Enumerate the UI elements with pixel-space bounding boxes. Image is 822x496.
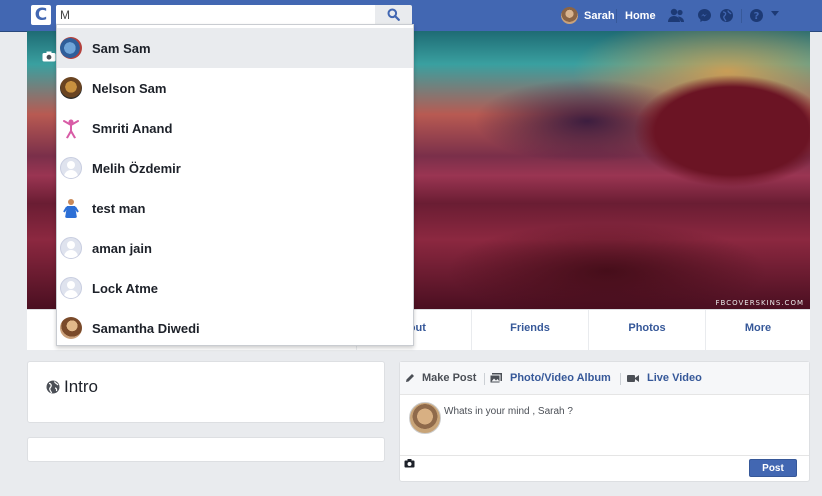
avatar xyxy=(60,197,82,219)
search-input[interactable] xyxy=(56,5,377,25)
site-logo[interactable]: C xyxy=(31,5,51,25)
avatar xyxy=(60,37,82,59)
search-result-item[interactable]: Melih Özdemir xyxy=(57,148,413,188)
photo-album-icon xyxy=(490,373,502,383)
avatar xyxy=(60,317,82,339)
globe-icon xyxy=(46,380,60,394)
composer-tabs: Make Post Photo/Video Album Live Video xyxy=(400,362,809,395)
search-result-item[interactable]: test man xyxy=(57,188,413,228)
search-result-item[interactable]: Samantha Diwedi xyxy=(57,308,413,348)
friend-requests-icon[interactable] xyxy=(668,8,685,23)
account-menu-chevron-down-icon[interactable] xyxy=(771,11,779,16)
empty-card xyxy=(27,437,385,462)
tab-photos-label: Photos xyxy=(628,322,666,334)
search-result-item[interactable]: Lock Atme xyxy=(57,268,413,308)
search-results-dropdown: Sam Sam Nelson Sam Smriti Anand Melih Öz… xyxy=(56,24,414,346)
composer-tab-divider xyxy=(484,373,485,385)
default-avatar-icon xyxy=(60,237,82,259)
nav-divider-2 xyxy=(741,9,742,23)
search-result-name: Melih Özdemir xyxy=(92,161,181,176)
video-camera-icon xyxy=(627,375,639,382)
tab-more[interactable]: More xyxy=(705,310,810,350)
search-result-name: Sam Sam xyxy=(92,41,151,56)
search-result-name: Nelson Sam xyxy=(92,81,167,96)
search-result-name: Smriti Anand xyxy=(92,121,173,136)
search-button[interactable] xyxy=(375,5,412,25)
cover-watermark: FBCOVERSKINS.COM xyxy=(715,299,804,307)
tab-friends[interactable]: Friends xyxy=(471,310,588,350)
nav-home-link[interactable]: Home xyxy=(625,10,656,22)
pencil-icon xyxy=(406,374,414,382)
tab-friends-label: Friends xyxy=(510,322,550,334)
composer-text-input[interactable]: Whats in your mind , Sarah ? xyxy=(444,406,573,417)
avatar xyxy=(60,117,82,139)
user-avatar[interactable] xyxy=(561,7,578,24)
notifications-globe-icon[interactable] xyxy=(719,8,734,23)
search-result-name: Samantha Diwedi xyxy=(92,321,200,336)
live-video-tab[interactable]: Live Video xyxy=(647,372,702,384)
composer-divider xyxy=(400,455,809,456)
tab-more-label: More xyxy=(744,322,772,334)
cover-cliff xyxy=(592,71,810,191)
messenger-icon[interactable] xyxy=(697,8,712,23)
default-avatar-icon xyxy=(60,277,82,299)
update-cover-camera-icon[interactable] xyxy=(42,51,56,62)
search-result-item[interactable]: aman jain xyxy=(57,228,413,268)
svg-text:?: ? xyxy=(754,11,760,22)
composer-user-avatar xyxy=(409,402,441,434)
composer-tab-divider-2 xyxy=(620,373,621,385)
search-result-item[interactable]: Sam Sam xyxy=(57,28,413,68)
post-composer: Make Post Photo/Video Album Live Video W… xyxy=(399,361,810,482)
make-post-tab[interactable]: Make Post xyxy=(422,372,476,384)
intro-title: Intro xyxy=(64,377,99,396)
help-icon[interactable]: ? xyxy=(749,8,764,23)
photo-video-album-tab[interactable]: Photo/Video Album xyxy=(510,372,611,384)
search-result-name: test man xyxy=(92,201,146,216)
search-result-item[interactable]: Nelson Sam xyxy=(57,68,413,108)
cover-rocks xyxy=(407,191,807,309)
search-icon xyxy=(387,8,400,21)
nav-user-name[interactable]: Sarah xyxy=(584,10,615,22)
search-result-item[interactable]: Smriti Anand xyxy=(57,108,413,148)
add-photo-camera-icon[interactable] xyxy=(404,459,415,468)
tab-photos[interactable]: Photos xyxy=(588,310,705,350)
search-result-name: Lock Atme xyxy=(92,281,158,296)
avatar xyxy=(60,77,82,99)
post-button[interactable]: Post xyxy=(749,459,797,477)
nav-divider xyxy=(616,9,617,23)
default-avatar-icon xyxy=(60,157,82,179)
search-result-name: aman jain xyxy=(92,241,152,256)
intro-card: Intro xyxy=(27,361,385,423)
